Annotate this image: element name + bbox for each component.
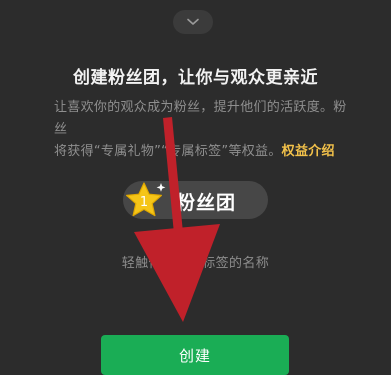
panel-title: 创建粉丝团，让你与观众更亲近: [73, 68, 318, 88]
create-button[interactable]: 创建: [101, 335, 289, 375]
create-fan-club-panel: 创建粉丝团，让你与观众更亲近 让喜欢你的观众成为粉丝，提升他们的活跃度。粉丝 将…: [0, 0, 391, 375]
collapse-button[interactable]: [173, 10, 213, 34]
description: 让喜欢你的观众成为粉丝，提升他们的活跃度。粉丝 将获得“专属礼物”“专属标签”等…: [54, 97, 354, 163]
badge-level: 1: [140, 195, 148, 210]
description-line-1: 让喜欢你的观众成为粉丝，提升他们的活跃度。粉丝: [54, 100, 347, 137]
chevron-down-icon: [187, 18, 199, 25]
description-line-2: 将获得“专属礼物”“专属标签”等权益。: [54, 144, 282, 159]
edit-hint: 轻触修改粉丝标签的名称: [121, 256, 270, 271]
benefits-link[interactable]: 权益介绍: [282, 144, 335, 159]
badge-name[interactable]: 粉丝团: [176, 188, 236, 215]
star-icon: 1: [126, 182, 166, 217]
